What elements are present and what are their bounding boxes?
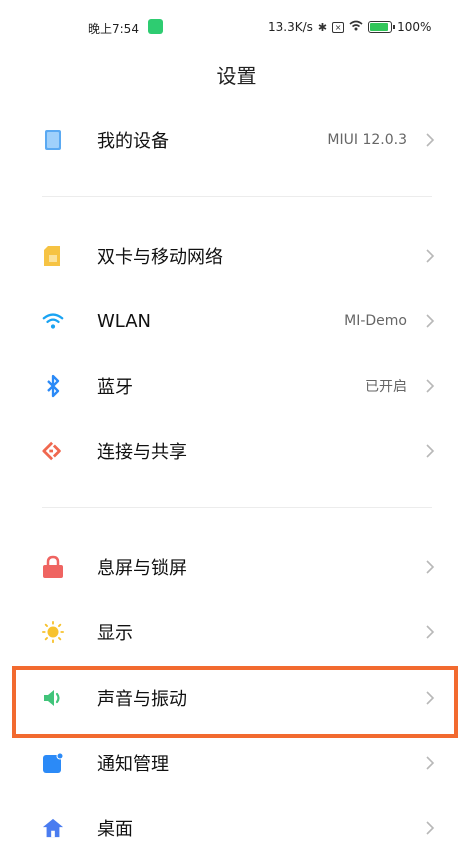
item-label: 显示 (97, 623, 133, 644)
chevron-right-icon (424, 311, 436, 331)
chevron-right-icon (424, 441, 436, 461)
section-divider (42, 507, 432, 508)
settings-item-lock-screen[interactable]: 息屏与锁屏 (0, 535, 473, 599)
settings-item-dual-sim[interactable]: 双卡与移动网络 (0, 224, 473, 288)
notification-icon (42, 752, 64, 774)
settings-item-wlan[interactable]: WLAN MI-Demo (0, 289, 473, 353)
battery-percent: 100% (397, 20, 432, 34)
bluetooth-icon (42, 374, 64, 398)
connection-share-icon (42, 440, 64, 462)
wifi-status-icon (349, 20, 363, 34)
item-label: 我的设备 (97, 131, 169, 152)
section-divider (42, 196, 432, 197)
settings-item-desktop[interactable]: 桌面 (0, 796, 473, 860)
page-title: 设置 (216, 64, 257, 88)
status-right: 13.3K/s ✱ × 100% (268, 20, 431, 34)
settings-item-notifications[interactable]: 通知管理 (0, 731, 473, 795)
battery-icon (368, 21, 396, 33)
settings-item-bluetooth[interactable]: 蓝牙 已开启 (0, 354, 473, 418)
sim-disabled-icon: × (332, 21, 345, 33)
status-bar: 晚上7:54 13.3K/s ✱ × 100% (0, 0, 473, 58)
chevron-right-icon (424, 622, 436, 642)
network-speed: 13.3K/s (268, 20, 313, 34)
chevron-right-icon (424, 246, 436, 266)
item-label: 连接与共享 (97, 442, 187, 463)
status-time: 晚上7:54 (88, 22, 139, 36)
wifi-icon (42, 310, 64, 332)
item-label: 通知管理 (97, 754, 169, 775)
item-value: 已开启 (365, 379, 407, 395)
settings-item-connection-share[interactable]: 连接与共享 (0, 419, 473, 483)
chevron-right-icon (424, 130, 436, 150)
chevron-right-icon (424, 376, 436, 396)
chevron-right-icon (424, 818, 436, 838)
home-icon (42, 817, 64, 839)
item-label: 息屏与锁屏 (97, 558, 187, 579)
item-label: WLAN (97, 310, 152, 332)
highlight-box (12, 666, 458, 738)
chevron-right-icon (424, 557, 436, 577)
chevron-right-icon (424, 753, 436, 773)
sun-icon (42, 621, 64, 643)
lock-icon (42, 555, 64, 578)
item-label: 桌面 (97, 819, 133, 840)
item-label: 双卡与移动网络 (97, 247, 223, 268)
call-icon (148, 19, 163, 34)
sim-card-icon (42, 245, 64, 267)
item-label: 蓝牙 (97, 377, 133, 398)
phone-device-icon (42, 129, 64, 151)
settings-item-display[interactable]: 显示 (0, 600, 473, 664)
settings-item-my-device[interactable]: 我的设备 MIUI 12.0.3 (0, 108, 473, 172)
item-value: MI-Demo (344, 313, 407, 329)
bluetooth-status-icon: ✱ (317, 20, 328, 34)
item-value: MIUI 12.0.3 (327, 132, 407, 148)
